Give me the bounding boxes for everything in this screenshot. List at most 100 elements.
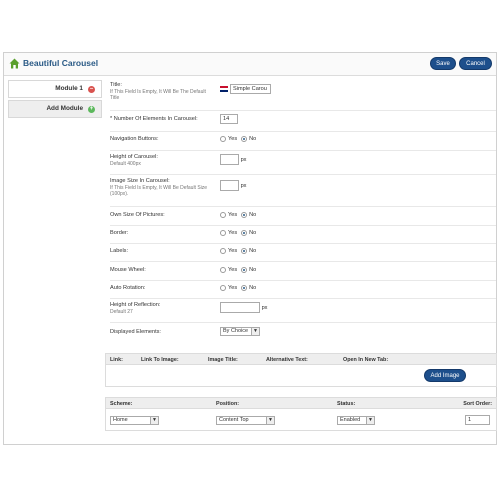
col-position: Position:: [216, 401, 240, 407]
sort-order-input[interactable]: 1: [465, 415, 490, 425]
displayed-label: Displayed Elements:: [110, 329, 161, 335]
add-image-button[interactable]: Add Image: [424, 369, 466, 382]
displayed-select[interactable]: By Choice ▼: [220, 327, 260, 336]
height-input[interactable]: [220, 154, 239, 165]
title-row: Title: If This Field Is Empty, It Will B…: [110, 82, 496, 110]
add-icon[interactable]: +: [88, 106, 95, 113]
cancel-button[interactable]: Cancel: [459, 57, 492, 70]
position-value: Content Top: [219, 417, 249, 423]
reflection-unit: px: [261, 304, 268, 311]
chevron-down-icon: ▼: [366, 417, 374, 424]
image-size-hint: If This Field Is Empty, It Will Be Defau…: [110, 185, 208, 197]
mouse-wheel-yes-radio[interactable]: [220, 267, 226, 273]
title-input[interactable]: Simple Carou: [230, 84, 271, 94]
images-table-header: Link: Link To Image: Image Title: Altern…: [105, 353, 497, 365]
auto-rotation-row: Auto Rotation: Yes No: [110, 285, 496, 297]
border-yes-radio[interactable]: [220, 230, 226, 236]
sidebar-item-module-1[interactable]: Module 1 –: [8, 80, 102, 98]
sidebar-item-add-module[interactable]: Add Module +: [8, 100, 102, 118]
mouse-wheel-row: Mouse Wheel: Yes No: [110, 267, 496, 279]
labels-no-label: No: [249, 248, 257, 254]
status-select[interactable]: Enabled ▼: [337, 416, 375, 425]
mouse-wheel-label: Mouse Wheel:: [110, 267, 146, 273]
col-scheme: Scheme:: [110, 401, 133, 407]
col-status: Status:: [337, 401, 356, 407]
remove-icon[interactable]: –: [88, 86, 95, 93]
nav-yes-label: Yes: [228, 136, 238, 142]
nav-yes-radio[interactable]: [220, 136, 226, 142]
reflection-row: Height of Reflection: Default 27 px: [110, 302, 496, 320]
image-size-input[interactable]: [220, 180, 239, 191]
save-button[interactable]: Save: [430, 57, 456, 70]
module-sidebar: Module 1 – Add Module +: [8, 80, 102, 120]
title-hint: If This Field Is Empty, It Will Be The D…: [110, 89, 206, 101]
title-label: Title:: [110, 82, 122, 88]
position-table-body: Home ▼ Content Top ▼ Enabled ▼ 1: [105, 409, 497, 431]
nav-no-label: No: [249, 136, 257, 142]
height-row: Height of Carousel: Default 400px px: [110, 154, 496, 172]
col-open-new-tab: Open In New Tab:: [343, 357, 389, 363]
num-elements-row: * Number Of Elements In Carousel: 14: [110, 114, 496, 128]
position-select[interactable]: Content Top ▼: [216, 416, 275, 425]
labels-yes-label: Yes: [228, 248, 238, 254]
col-sort-order: Sort Order:: [463, 401, 492, 407]
col-image-title: Image Title:: [208, 357, 238, 363]
num-elements-label: * Number Of Elements In Carousel:: [110, 116, 198, 122]
own-size-no-label: No: [249, 212, 257, 218]
labels-yes-radio[interactable]: [220, 248, 226, 254]
auto-rotation-no-label: No: [249, 285, 257, 291]
chevron-down-icon: ▼: [266, 417, 274, 424]
displayed-row: Displayed Elements: By Choice ▼: [110, 327, 496, 339]
module-panel: Beautiful Carousel Save Cancel Module 1 …: [3, 52, 497, 445]
col-alt-text: Alternative Text:: [266, 357, 308, 363]
chevron-down-icon: ▼: [251, 328, 259, 335]
sidebar-item-label: Add Module: [46, 105, 83, 112]
home-icon: [9, 58, 20, 69]
border-no-label: No: [249, 230, 257, 236]
own-size-label: Own Size Of Pictures:: [110, 212, 165, 218]
border-label: Border:: [110, 230, 129, 236]
col-link-to-image: Link To Image:: [141, 357, 179, 363]
reflection-label: Height of Reflection:: [110, 302, 161, 308]
auto-rotation-yes-radio[interactable]: [220, 285, 226, 291]
status-value: Enabled: [340, 417, 361, 423]
mouse-wheel-yes-label: Yes: [228, 267, 238, 273]
nav-buttons-label: Navigation Buttons:: [110, 136, 159, 142]
own-size-row: Own Size Of Pictures: Yes No: [110, 212, 496, 224]
reflection-input[interactable]: [220, 302, 260, 313]
image-size-unit: px: [240, 182, 247, 189]
labels-no-radio[interactable]: [241, 248, 248, 254]
chevron-down-icon: ▼: [150, 417, 158, 424]
own-size-yes-radio[interactable]: [220, 212, 226, 218]
position-table-header: Scheme: Position: Status: Sort Order:: [105, 397, 497, 409]
border-no-radio[interactable]: [241, 230, 248, 236]
auto-rotation-label: Auto Rotation:: [110, 285, 146, 291]
num-elements-input[interactable]: 14: [220, 114, 238, 124]
scheme-value: Home: [113, 417, 128, 423]
displayed-value: By Choice: [223, 328, 249, 334]
scheme-select[interactable]: Home ▼: [110, 416, 159, 425]
image-size-row: Image Size In Carousel: If This Field Is…: [110, 178, 496, 204]
col-link: Link:: [110, 357, 123, 363]
labels-label: Labels:: [110, 248, 129, 254]
uk-flag-icon: [220, 86, 228, 92]
nav-buttons-row: Navigation Buttons: Yes No: [110, 136, 496, 148]
own-size-yes-label: Yes: [228, 212, 238, 218]
height-hint: Default 400px: [110, 161, 141, 167]
height-label: Height of Carousel:: [110, 154, 158, 160]
height-unit: px: [240, 156, 247, 163]
reflection-hint: Default 27: [110, 309, 133, 315]
page-title: Beautiful Carousel: [23, 58, 99, 68]
border-yes-label: Yes: [228, 230, 238, 236]
own-size-no-radio[interactable]: [241, 212, 248, 218]
image-size-label: Image Size In Carousel:: [110, 178, 170, 184]
mouse-wheel-no-label: No: [249, 267, 257, 273]
auto-rotation-no-radio[interactable]: [241, 285, 248, 291]
labels-row: Labels: Yes No: [110, 248, 496, 260]
sidebar-item-label: Module 1: [55, 85, 83, 92]
auto-rotation-yes-label: Yes: [228, 285, 238, 291]
nav-no-radio[interactable]: [241, 136, 248, 142]
panel-header: Beautiful Carousel Save Cancel: [4, 53, 496, 76]
mouse-wheel-no-radio[interactable]: [241, 267, 248, 273]
border-row: Border: Yes No: [110, 230, 496, 242]
